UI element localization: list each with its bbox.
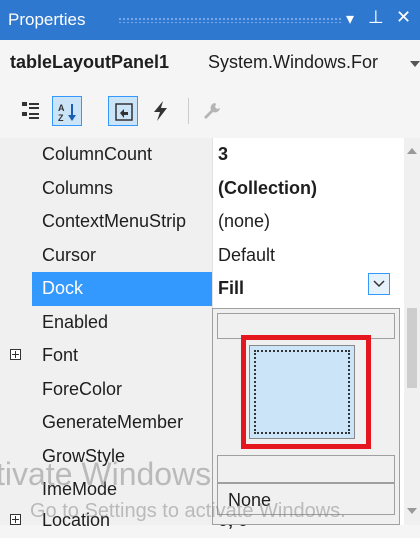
svg-text:A: A <box>58 103 65 113</box>
expand-plus-icon[interactable] <box>10 349 21 360</box>
property-name: GenerateMember <box>42 412 184 432</box>
property-name: Cursor <box>42 244 97 265</box>
chevron-down-icon <box>373 280 385 288</box>
selected-object-type: System.Windows.For <box>208 52 379 72</box>
property-name: Enabled <box>42 311 109 332</box>
toolbar-separator <box>188 98 189 124</box>
lightning-icon <box>154 101 167 121</box>
properties-toolbar: A Z <box>0 86 420 138</box>
scroll-down-arrow-icon[interactable] <box>407 508 417 514</box>
drag-grip[interactable] <box>118 17 342 23</box>
svg-text:Z: Z <box>58 113 64 123</box>
property-value[interactable]: 3 <box>218 144 228 165</box>
window-position-dropdown-icon[interactable]: ▾ <box>346 9 354 29</box>
property-name: GrowStyle <box>42 445 126 466</box>
property-name: Columns <box>42 177 114 198</box>
property-name: ColumnCount <box>42 144 153 164</box>
property-name: ContextMenuStrip <box>42 211 187 231</box>
close-icon[interactable]: ✕ <box>396 7 411 28</box>
property-row-cursor[interactable]: Cursor Default <box>0 239 404 273</box>
dock-fill-button[interactable] <box>249 345 355 439</box>
property-row-columncount[interactable]: ColumnCount 3 <box>0 138 404 172</box>
scroll-thumb[interactable] <box>407 308 417 388</box>
property-pages-icon <box>115 103 133 121</box>
property-name: Location <box>42 510 111 530</box>
wrench-icon <box>204 103 220 119</box>
property-value[interactable]: Default <box>218 245 275 266</box>
property-pages-disabled-button[interactable] <box>196 96 226 126</box>
property-name: ImeMode <box>42 479 118 499</box>
dock-none-label: None <box>228 490 272 510</box>
property-value[interactable]: (Collection) <box>218 178 317 199</box>
dock-bottom-button[interactable] <box>217 455 395 483</box>
property-name: Dock <box>42 278 84 298</box>
property-row-dock[interactable]: Dock Fill <box>0 272 404 306</box>
dock-dropdown-button[interactable] <box>368 273 390 295</box>
property-value[interactable]: Fill <box>218 278 244 299</box>
categorized-button[interactable] <box>16 96 46 126</box>
alphabetical-icon: A Z <box>58 103 76 123</box>
dock-none-button[interactable]: None <box>217 483 395 515</box>
property-row-columns[interactable]: Columns (Collection) <box>0 172 404 206</box>
property-name: ForeColor <box>42 378 123 399</box>
scroll-up-arrow-icon[interactable] <box>407 148 417 154</box>
focus-rectangle <box>254 350 350 434</box>
property-name: Font <box>42 345 79 365</box>
vertical-scrollbar[interactable] <box>404 138 420 525</box>
selected-object-name: tableLayoutPanel1 <box>10 52 170 72</box>
events-button[interactable] <box>146 96 176 126</box>
dock-top-button[interactable] <box>217 313 395 339</box>
dock-editor-popup: None <box>212 308 400 525</box>
chevron-down-icon[interactable] <box>410 61 420 67</box>
property-pages-button[interactable] <box>108 96 138 126</box>
alphabetical-button[interactable]: A Z <box>52 96 82 126</box>
property-row-contextmenustrip[interactable]: ContextMenuStrip (none) <box>0 205 404 239</box>
property-value[interactable]: (none) <box>218 211 270 232</box>
object-selector[interactable]: tableLayoutPanel1 System.Windows.For <box>0 40 420 86</box>
panel-title: Properties <box>8 10 86 29</box>
pin-icon[interactable]: ⊥ <box>368 7 384 28</box>
expand-plus-icon[interactable] <box>10 514 21 525</box>
properties-title-bar: Properties ▾ ⊥ ✕ <box>0 0 420 40</box>
categorized-icon <box>22 102 39 119</box>
